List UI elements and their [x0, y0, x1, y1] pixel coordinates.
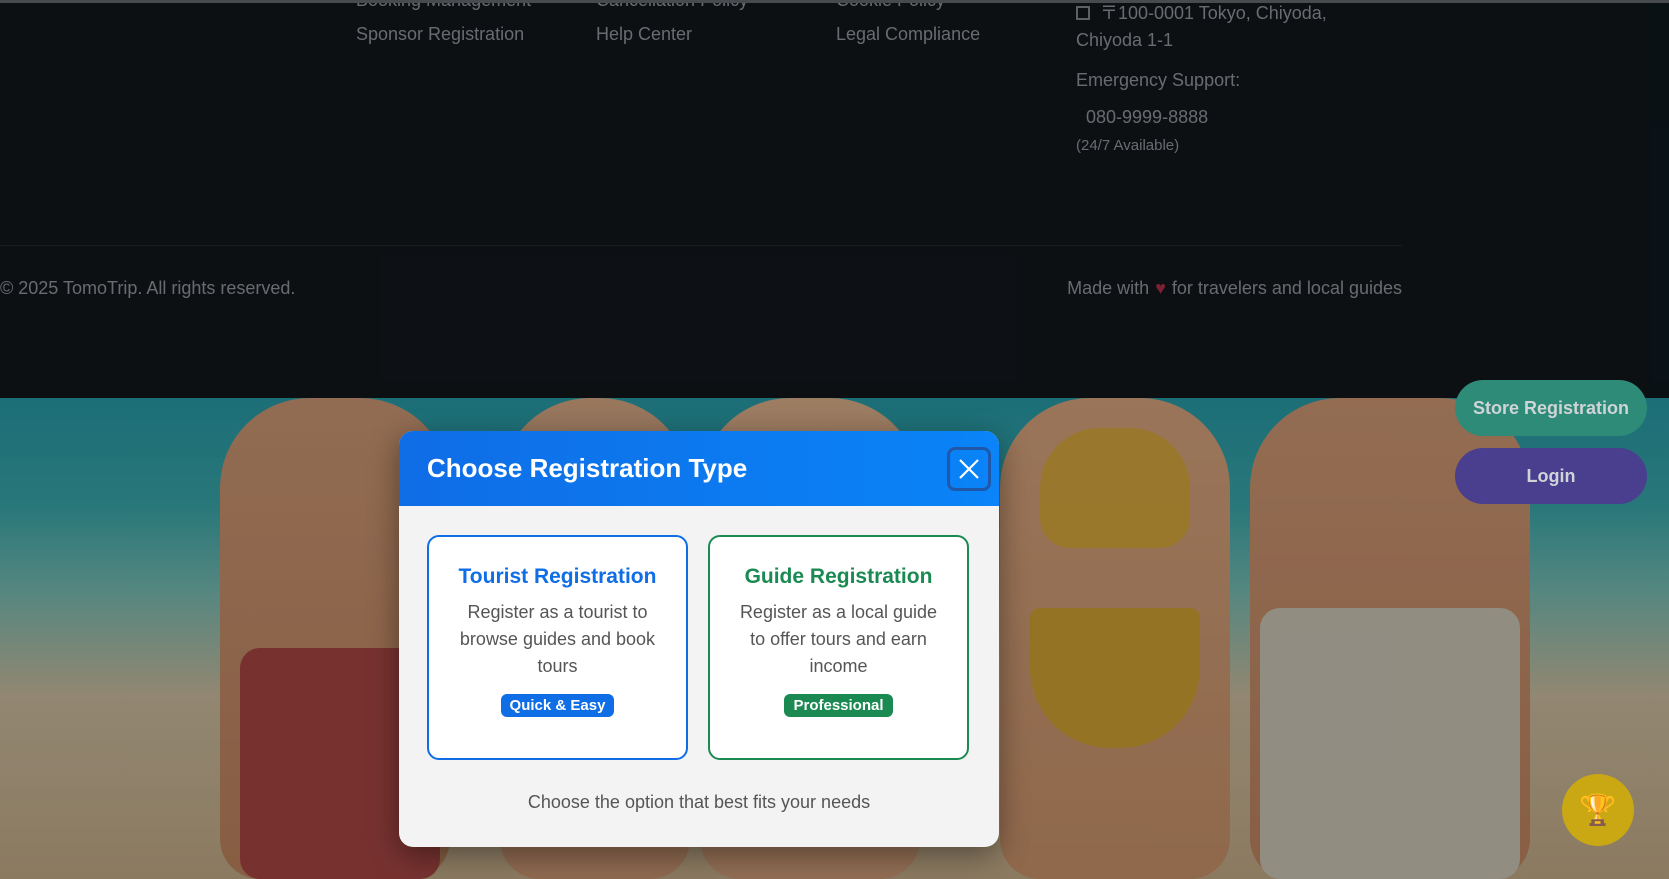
modal-footer-note: Choose the option that best fits your ne…: [527, 792, 871, 812]
modal-header: Choose Registration Type: [399, 431, 999, 506]
guide-registration-card[interactable]: Guide Registration Register as a local g…: [708, 535, 969, 760]
store-registration-button[interactable]: Store Registration: [1455, 380, 1647, 436]
registration-type-modal: Choose Registration Type Tourist Registr…: [399, 431, 999, 847]
trophy-icon[interactable]: 🏆: [1562, 774, 1634, 846]
tourist-badge: Quick & Easy: [500, 694, 615, 717]
tourist-registration-card[interactable]: Tourist Registration Register as a touri…: [427, 535, 688, 760]
close-icon: [959, 459, 979, 479]
guide-card-title: Guide Registration: [744, 565, 933, 588]
guide-card-description: Register as a local guide to offer tours…: [739, 602, 938, 676]
close-button[interactable]: [947, 447, 991, 491]
tourist-card-description: Register as a tourist to browse guides a…: [459, 602, 656, 676]
modal-title: Choose Registration Type: [427, 453, 748, 483]
tourist-card-title: Tourist Registration: [458, 565, 657, 588]
guide-badge: Professional: [784, 694, 893, 717]
login-button[interactable]: Login: [1455, 448, 1647, 504]
